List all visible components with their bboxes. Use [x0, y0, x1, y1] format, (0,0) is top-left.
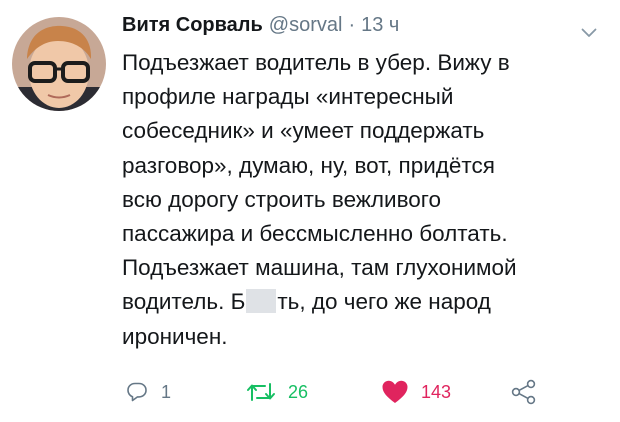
tweet-line: собеседник» и «умеет поддержать	[122, 118, 485, 144]
tweet-text: Подъезжает водитель в убер. Вижу в профи…	[122, 46, 602, 354]
tweet-line-part: ть, до чего же народ	[277, 289, 491, 315]
tweet-line: водитель. Б ть, до чего же народ	[122, 285, 602, 319]
retweet-icon	[246, 380, 276, 404]
censor-blur	[246, 289, 277, 314]
retweet-button[interactable]: 26	[246, 378, 308, 406]
separator-dot: ·	[348, 14, 356, 36]
tweet-actions: 1 26 143	[0, 372, 620, 412]
share-icon	[510, 379, 538, 405]
avatar[interactable]	[12, 17, 106, 111]
like-count: 143	[421, 381, 452, 402]
tweet-line: разговор», думаю, ну, вот, придётся	[122, 152, 495, 178]
reply-button[interactable]: 1	[125, 378, 171, 406]
heart-icon	[381, 379, 409, 405]
retweet-count: 26	[288, 381, 309, 402]
tweet-line: профиле награды «интересный	[122, 84, 454, 110]
chevron-down-icon[interactable]	[581, 27, 597, 39]
tweet-line: Подъезжает машина, там глухонимой	[122, 255, 517, 281]
author-name[interactable]: Витя Сорваль	[122, 14, 263, 37]
tweet-line: Подъезжает водитель в убер. Вижу в	[122, 50, 510, 75]
tweet: Витя Сорваль @sorval · 13 ч Подъезжает в…	[0, 0, 620, 422]
like-button[interactable]: 143	[381, 378, 451, 406]
tweet-line: всю дорогу строить вежливого	[122, 186, 442, 212]
tweet-line: пассажира и бессмысленно болтать.	[122, 221, 508, 247]
share-button[interactable]	[510, 378, 538, 406]
tweet-header: Витя Сорваль @sorval · 13 ч	[122, 14, 399, 44]
reply-icon	[125, 380, 149, 404]
tweet-line-part: водитель. Б	[122, 289, 246, 315]
author-handle[interactable]: @sorval	[269, 14, 343, 37]
tweet-line: ироничен.	[122, 323, 228, 349]
reply-count: 1	[161, 381, 172, 402]
timestamp[interactable]: 13 ч	[361, 14, 399, 37]
